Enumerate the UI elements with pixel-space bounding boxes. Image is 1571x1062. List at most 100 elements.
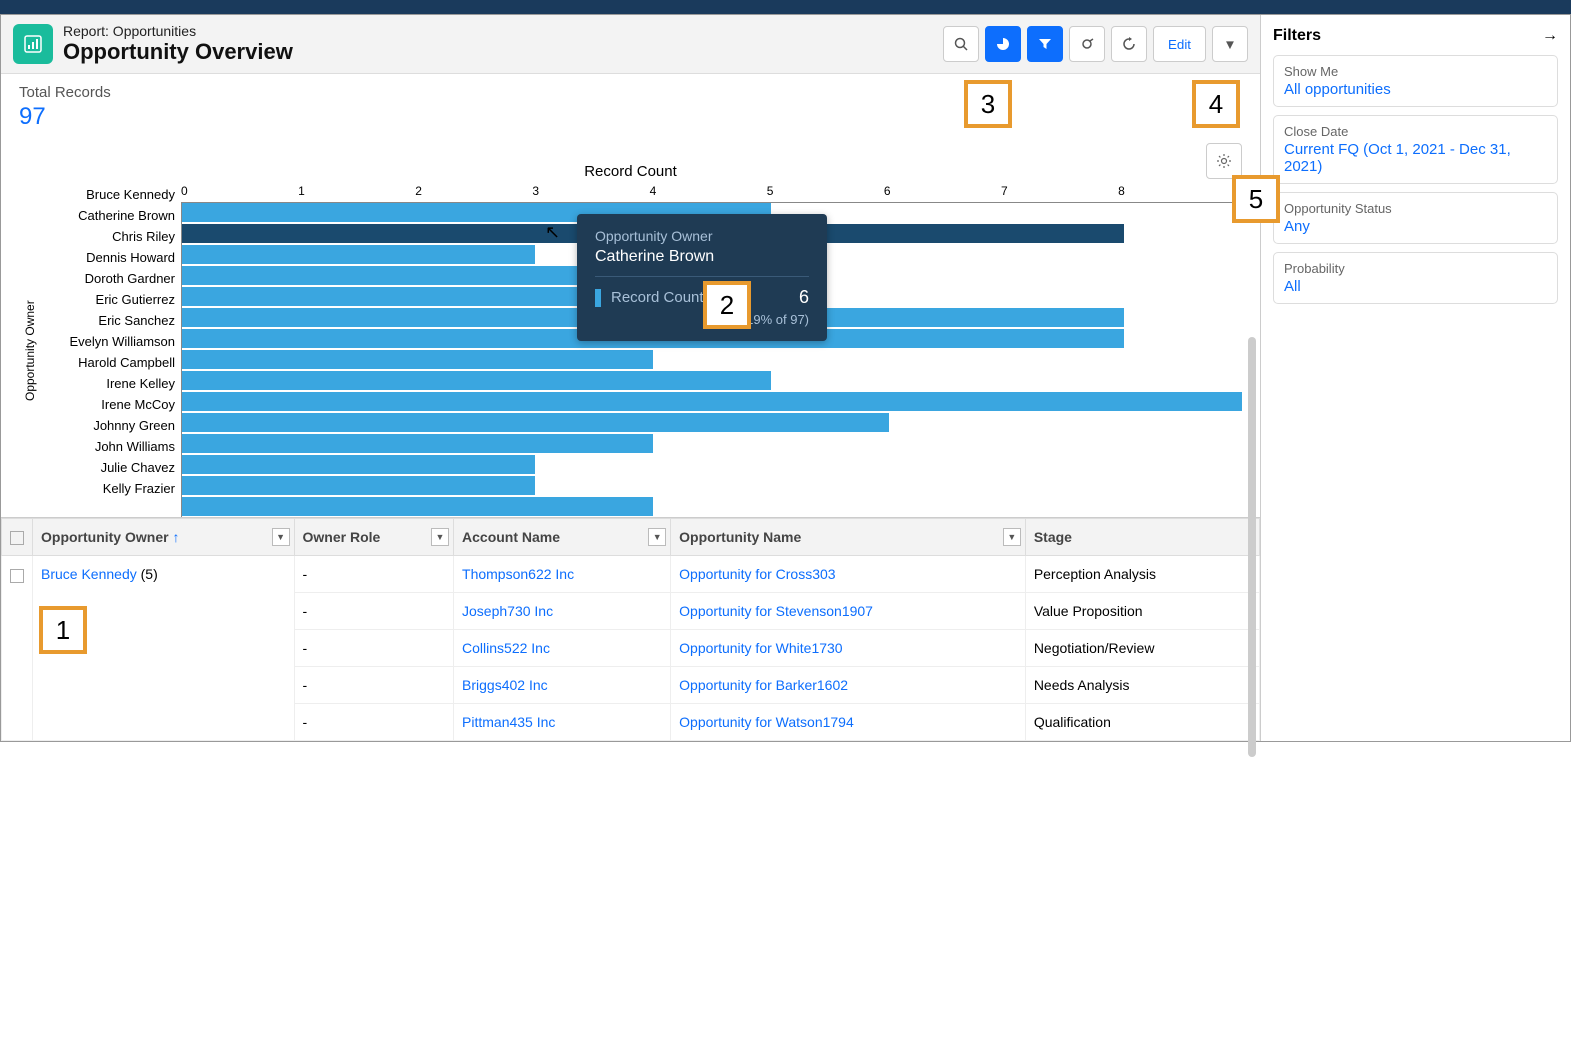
opportunity-link[interactable]: Opportunity for White1730 (679, 640, 842, 656)
cell-stage: Needs Analysis (1025, 667, 1259, 704)
filter-value: Current FQ (Oct 1, 2021 - Dec 31, 2021) (1284, 141, 1547, 175)
chart-tooltip: Opportunity Owner Catherine Brown Record… (577, 214, 827, 341)
tooltip-metric-value: 6 (799, 287, 809, 308)
chart-x-tick: 8 (1118, 184, 1125, 198)
share-button[interactable] (1069, 26, 1105, 62)
filters-panel: Filters → Show MeAll opportunitiesClose … (1260, 15, 1570, 741)
tooltip-field-label: Opportunity Owner (595, 228, 809, 244)
filter-label: Probability (1284, 261, 1547, 276)
table-row: Bruce Kennedy (5)-Thompson622 IncOpportu… (2, 556, 1260, 593)
account-link[interactable]: Collins522 Inc (462, 640, 550, 656)
chart-category-label: Irene Kelley (41, 373, 181, 394)
account-link[interactable]: Joseph730 Inc (462, 603, 553, 619)
search-button[interactable] (943, 26, 979, 62)
chart-category-label: Eric Gutierrez (41, 289, 181, 310)
tooltip-field-value: Catherine Brown (595, 248, 809, 277)
annotation-3: 3 (964, 80, 1012, 128)
column-menu-icon[interactable]: ▼ (1003, 528, 1021, 546)
filter-block[interactable]: Show Me All opportunities (1273, 55, 1558, 107)
annotation-4: 4 (1192, 80, 1240, 128)
filter-label: Opportunity Status (1284, 201, 1547, 216)
chart-x-tick: 6 (884, 184, 891, 198)
chart-category-label: Evelyn Williamson (41, 331, 181, 352)
chart-toggle-button[interactable] (985, 26, 1021, 62)
filter-block[interactable]: Opportunity Status Any (1273, 192, 1558, 244)
column-header[interactable]: Account Name ▼ (454, 519, 671, 556)
collapse-icon[interactable]: → (1542, 27, 1558, 45)
row-checkbox[interactable] (10, 569, 24, 583)
chart-x-tick: 4 (650, 184, 657, 198)
column-menu-icon[interactable]: ▼ (431, 528, 449, 546)
annotation-2: 2 (703, 281, 751, 329)
mouse-cursor-icon: ↖ (545, 222, 560, 243)
chart-bar[interactable] (182, 476, 535, 495)
chart-category-label: Johnny Green (41, 415, 181, 436)
chart-bar[interactable] (182, 371, 771, 390)
report-header: Report: Opportunities Opportunity Overvi… (1, 15, 1260, 73)
chart-title: Record Count (19, 163, 1242, 180)
data-table: Opportunity Owner ↑▼Owner Role ▼Account … (1, 518, 1260, 741)
opportunity-link[interactable]: Opportunity for Watson1794 (679, 714, 854, 730)
column-header[interactable]: Opportunity Name ▼ (671, 519, 1026, 556)
tooltip-percent: (6.19% of 97) (595, 312, 809, 327)
chart-category-label: Chris Riley (41, 226, 181, 247)
column-header[interactable]: Stage (1025, 519, 1259, 556)
chart-category-label: Catherine Brown (41, 205, 181, 226)
chart-x-tick: 0 (181, 184, 188, 198)
chart-bar[interactable] (182, 392, 1242, 411)
chart-container: Record Count Opportunity Owner Bruce Ken… (1, 137, 1260, 518)
column-menu-icon[interactable]: ▼ (648, 528, 666, 546)
annotation-1: 1 (39, 606, 87, 654)
totals-label: Total Records (19, 84, 1242, 101)
opportunity-link[interactable]: Opportunity for Cross303 (679, 566, 835, 582)
filter-label: Show Me (1284, 64, 1547, 79)
totals-value: 97 (19, 103, 1242, 131)
cell-owner-role: - (294, 667, 453, 704)
chart-bar[interactable] (182, 245, 535, 264)
column-header[interactable]: Opportunity Owner ↑▼ (33, 519, 295, 556)
cell-owner-role: - (294, 704, 453, 741)
edit-button[interactable]: Edit (1153, 26, 1206, 62)
report-type: Report: Opportunities (63, 23, 943, 39)
tooltip-color-swatch (595, 289, 601, 307)
filter-value: All opportunities (1284, 81, 1547, 98)
chart-category-label: Doroth Gardner (41, 268, 181, 289)
chart-x-tick: 2 (415, 184, 422, 198)
filter-block[interactable]: ProbabilityAll (1273, 252, 1558, 304)
filter-toggle-button[interactable] (1027, 26, 1063, 62)
chart-bar[interactable] (182, 434, 653, 453)
account-link[interactable]: Pittman435 Inc (462, 714, 555, 730)
chart-x-tick: 3 (532, 184, 539, 198)
filter-label: Close Date (1284, 124, 1547, 139)
refresh-button[interactable] (1111, 26, 1147, 62)
opportunity-link[interactable]: Opportunity for Barker1602 (679, 677, 848, 693)
chart-settings-button[interactable] (1206, 143, 1242, 179)
filter-value: Any (1284, 218, 1547, 235)
select-all-checkbox[interactable] (10, 531, 24, 545)
account-link[interactable]: Thompson622 Inc (462, 566, 574, 582)
cell-stage: Value Proposition (1025, 593, 1259, 630)
chart-bar[interactable] (182, 413, 889, 432)
chart-y-axis-label: Opportunity Owner (19, 184, 41, 517)
column-menu-icon[interactable]: ▼ (272, 528, 290, 546)
more-actions-button[interactable]: ▼ (1212, 26, 1248, 62)
chart-bar[interactable] (182, 350, 653, 369)
chart-x-axis: 0123456789 (181, 184, 1242, 202)
account-link[interactable]: Briggs402 Inc (462, 677, 548, 693)
toolbar: Edit ▼ (943, 26, 1248, 62)
owner-link[interactable]: Bruce Kennedy (41, 566, 137, 582)
report-icon (13, 24, 53, 64)
chart-category-label: John Williams (41, 436, 181, 457)
cell-owner-role: - (294, 556, 453, 593)
chart-bar[interactable] (182, 455, 535, 474)
report-title: Opportunity Overview (63, 39, 943, 65)
filter-block[interactable]: Close Date Current FQ (Oct 1, 2021 - Dec … (1273, 115, 1558, 184)
chart-category-label: Dennis Howard (41, 247, 181, 268)
chart-category-label: Irene McCoy (41, 394, 181, 415)
chart-x-tick: 5 (767, 184, 774, 198)
cell-stage: Negotiation/Review (1025, 630, 1259, 667)
chart-category-label: Kelly Frazier (41, 478, 181, 499)
opportunity-link[interactable]: Opportunity for Stevenson1907 (679, 603, 873, 619)
chart-bar[interactable] (182, 497, 653, 516)
column-header[interactable]: Owner Role ▼ (294, 519, 453, 556)
